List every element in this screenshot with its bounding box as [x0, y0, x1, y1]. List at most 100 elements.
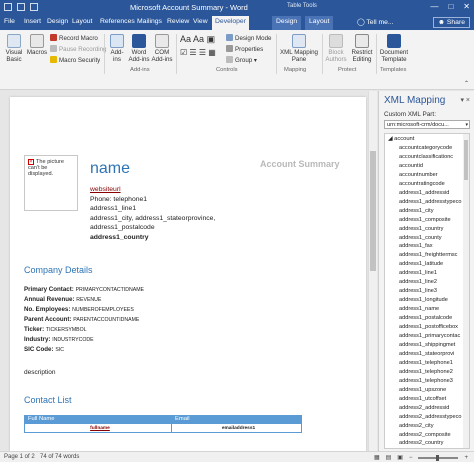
read-mode-icon[interactable]: ▦: [374, 454, 380, 461]
collapse-ribbon-icon[interactable]: ⌃: [464, 80, 469, 87]
tree-item[interactable]: address1_telephone3: [399, 377, 462, 386]
tree-item[interactable]: address1_primarycontac: [399, 332, 462, 341]
table-row[interactable]: fullname emailaddress1: [24, 424, 302, 433]
group-button[interactable]: Group ▾: [226, 56, 257, 64]
document-page[interactable]: × The picture can't be displayed. Account…: [10, 97, 366, 451]
scrollbar-thumb[interactable]: [464, 140, 468, 180]
document-template-button[interactable]: Document Template: [378, 34, 410, 63]
description-field[interactable]: description: [24, 369, 55, 376]
picture-placeholder[interactable]: × The picture can't be displayed.: [24, 155, 78, 211]
contact-table[interactable]: Full Name Email fullname emailaddress1: [24, 415, 302, 433]
properties-button[interactable]: Properties: [226, 45, 263, 53]
tab-design[interactable]: Design: [47, 18, 68, 25]
tree-item[interactable]: address1_freighttermsc: [399, 251, 462, 260]
tree-item[interactable]: address1_telephone2: [399, 368, 462, 377]
tree-item[interactable]: address1_addressid: [399, 189, 462, 198]
zoom-slider[interactable]: [418, 454, 459, 461]
tree-item[interactable]: address1_country: [399, 225, 462, 234]
detail-value[interactable]: INDUSTRYCODE: [52, 337, 93, 343]
rich-text-control-icon[interactable]: Aa: [180, 34, 191, 44]
tree-item[interactable]: address1_city: [399, 207, 462, 216]
chevron-down-icon[interactable]: ▾: [460, 97, 464, 104]
table-cell-email[interactable]: emailaddress1: [172, 424, 301, 432]
tree-item[interactable]: address1_postalcode: [399, 314, 462, 323]
tab-file[interactable]: File: [4, 18, 15, 25]
design-mode-button[interactable]: Design Mode: [226, 34, 271, 42]
address-line1-field[interactable]: address1_line1: [90, 204, 215, 214]
macro-security-button[interactable]: Macro Security: [50, 56, 100, 64]
zoom-out-icon[interactable]: −: [409, 455, 413, 461]
tree-item[interactable]: address1_county: [399, 234, 462, 243]
address-city-field[interactable]: address1_city, address1_stateorprovince,: [90, 214, 215, 224]
undo-icon[interactable]: [17, 3, 25, 11]
tree-item[interactable]: address1_telephone1: [399, 359, 462, 368]
word-count[interactable]: 74 of 74 words: [40, 454, 79, 460]
tab-insert[interactable]: Insert: [24, 18, 41, 25]
detail-value[interactable]: REVENUE: [76, 297, 101, 303]
combo-box-control-icon[interactable]: ☰: [189, 48, 196, 57]
close-icon[interactable]: ×: [466, 97, 470, 104]
xml-mapping-pane-button[interactable]: XML Mapping Pane: [280, 34, 318, 63]
tree-root-node[interactable]: ◢ account: [388, 136, 414, 142]
macros-button[interactable]: Macros: [26, 34, 48, 56]
tree-item[interactable]: address1_latitude: [399, 260, 462, 269]
block-authors-button[interactable]: Block Authors: [324, 34, 348, 63]
tab-developer[interactable]: Developer: [212, 16, 249, 30]
tree-item[interactable]: accountratingcode: [399, 180, 462, 189]
save-icon[interactable]: [4, 3, 12, 11]
tree-item[interactable]: address1_line2: [399, 278, 462, 287]
close-button[interactable]: ✕: [463, 2, 470, 11]
web-layout-icon[interactable]: ▣: [397, 454, 403, 461]
tree-item[interactable]: address1_fax: [399, 242, 462, 251]
address-country-field[interactable]: address1_country: [90, 233, 215, 243]
address-postal-field[interactable]: address1_postalcode: [90, 223, 215, 233]
tree-item[interactable]: accountnumber: [399, 171, 462, 180]
tree-item[interactable]: address2_composite: [399, 431, 462, 440]
tree-item[interactable]: address1_longitude: [399, 296, 462, 305]
tab-layout[interactable]: Layout: [72, 18, 92, 25]
tab-table-layout[interactable]: Layout: [305, 16, 334, 30]
tree-item[interactable]: accountid: [399, 162, 462, 171]
detail-value[interactable]: PRIMARYCONTACTIDNAME: [76, 287, 144, 293]
tab-references[interactable]: References: [100, 18, 135, 25]
minimize-button[interactable]: —: [430, 2, 438, 11]
document-scrollbar[interactable]: [368, 91, 377, 451]
maximize-button[interactable]: □: [448, 2, 453, 11]
phone-field[interactable]: Phone: telephone1: [90, 195, 215, 205]
record-macro-button[interactable]: Record Macro: [50, 34, 98, 42]
tree-item[interactable]: address1_upszone: [399, 386, 462, 395]
pause-recording-button[interactable]: Pause Recording: [50, 45, 106, 53]
dropdown-control-icon[interactable]: ☰: [199, 48, 206, 57]
zoom-in-icon[interactable]: +: [464, 455, 468, 461]
tree-item[interactable]: address1_line3: [399, 287, 462, 296]
tree-item[interactable]: address2_country: [399, 439, 462, 448]
tree-item[interactable]: address1_utcoffset: [399, 395, 462, 404]
tab-mailings[interactable]: Mailings: [137, 18, 162, 25]
tab-review[interactable]: Review: [167, 18, 189, 25]
website-url-field[interactable]: websiteurl: [90, 185, 215, 195]
detail-value[interactable]: SIC: [55, 347, 64, 353]
com-addins-button[interactable]: COM Add-ins: [151, 34, 173, 63]
tree-item[interactable]: address1_line1: [399, 269, 462, 278]
tree-item[interactable]: address1_shippingmet: [399, 341, 462, 350]
tree-item[interactable]: address2_city: [399, 422, 462, 431]
tree-item[interactable]: address2_addresstypeco: [399, 413, 462, 422]
page-count[interactable]: Page 1 of 2: [4, 454, 35, 460]
tree-item[interactable]: address1_composite: [399, 216, 462, 225]
tree-item[interactable]: address2_county: [399, 448, 462, 449]
tree-item[interactable]: accountclassificationc: [399, 153, 462, 162]
tree-item[interactable]: address1_postofficebox: [399, 323, 462, 332]
collapse-triangle-icon[interactable]: ◢: [388, 136, 392, 142]
scrollbar-thumb[interactable]: [370, 151, 376, 271]
picture-control-icon[interactable]: ▣: [207, 34, 216, 44]
tree-item[interactable]: address1_stateorprovi: [399, 350, 462, 359]
xml-tree[interactable]: ◢ account accountcategorycode accountclas…: [384, 133, 470, 449]
tree-item[interactable]: address1_addresstypeco: [399, 198, 462, 207]
redo-icon[interactable]: [30, 3, 38, 11]
tree-scrollbar[interactable]: [463, 134, 469, 448]
custom-xml-part-select[interactable]: urn:microsoft-crm/docu... ▾: [384, 120, 470, 129]
word-addins-button[interactable]: Word Add-ins: [128, 34, 150, 63]
tab-table-design[interactable]: Design: [272, 16, 302, 30]
tree-item[interactable]: address2_addressid: [399, 404, 462, 413]
tab-view[interactable]: View: [193, 18, 208, 25]
